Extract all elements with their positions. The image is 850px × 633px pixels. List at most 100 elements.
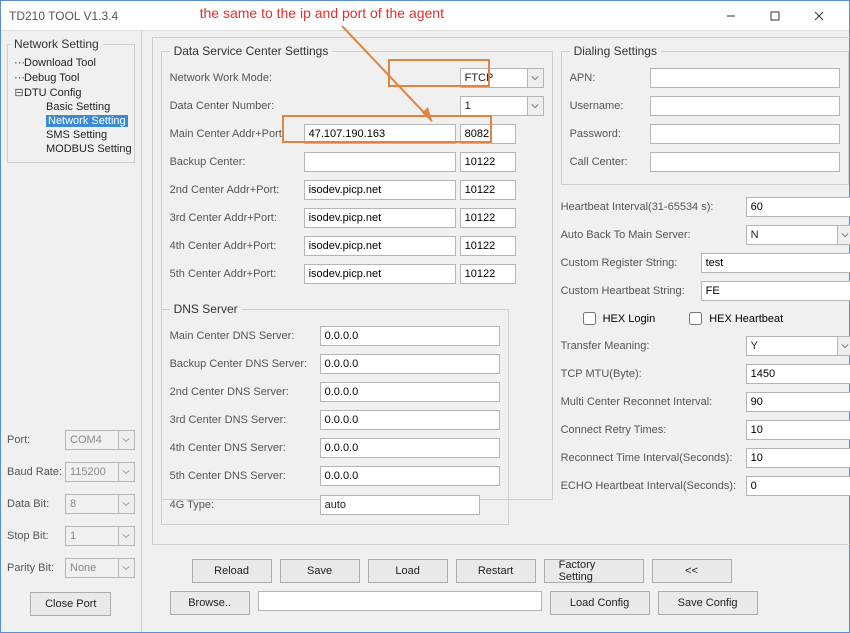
dns3-input[interactable] — [320, 410, 500, 430]
load-button[interactable]: Load — [368, 559, 448, 583]
rti-input[interactable] — [746, 448, 850, 468]
parity-select[interactable]: None — [65, 558, 135, 578]
reg-input[interactable] — [701, 253, 850, 273]
tree-item-basic[interactable]: Basic Setting — [28, 100, 132, 114]
c3-addr-input[interactable] — [304, 208, 456, 228]
hexlogin-checkbox[interactable]: HEX Login — [579, 309, 656, 328]
c2-addr-input[interactable] — [304, 180, 456, 200]
mcr-label: Multi Center Reconnet Interval: — [561, 396, 746, 408]
fourg-select[interactable]: auto — [320, 495, 480, 515]
stopbit-select[interactable]: 1 — [65, 526, 135, 546]
tree-item-network[interactable]: Network Setting — [28, 114, 132, 128]
chevron-down-icon — [837, 226, 850, 244]
username-input[interactable] — [650, 96, 840, 116]
password-input[interactable] — [650, 124, 840, 144]
backup-port-input[interactable] — [460, 152, 516, 172]
dns3-label: 3rd Center DNS Server: — [170, 414, 320, 426]
tm-select[interactable]: Y — [746, 336, 850, 356]
titlebar: TD210 TOOL V1.3.4 — [1, 1, 849, 31]
tree-item-download[interactable]: ⋯Download Tool — [10, 55, 132, 70]
echo-input[interactable] — [746, 476, 850, 496]
close-window-button[interactable] — [797, 2, 841, 30]
dns4-input[interactable] — [320, 438, 500, 458]
mtu-input[interactable] — [746, 364, 850, 384]
c5-addr-input[interactable] — [304, 264, 456, 284]
config-path-input[interactable] — [258, 591, 542, 611]
dial-group: Dialing Settings APN: Username: Password… — [561, 44, 849, 185]
pass-label: Password: — [570, 128, 650, 140]
fourg-label: 4G Type: — [170, 499, 320, 511]
window-title: TD210 TOOL V1.3.4 — [9, 9, 118, 23]
tree-item-debug[interactable]: ⋯Debug Tool — [10, 70, 132, 85]
c4-port-input[interactable] — [460, 236, 516, 256]
dial-legend: Dialing Settings — [570, 44, 661, 58]
stopbit-label: Stop Bit: — [7, 530, 65, 542]
dcn-select[interactable]: 1 — [460, 96, 544, 116]
right-pane: Data Service Center Settings Network Wor… — [142, 31, 850, 632]
crt-label: Connect Retry Times: — [561, 424, 746, 436]
reload-button[interactable]: Reload — [192, 559, 272, 583]
c2-port-input[interactable] — [460, 180, 516, 200]
c5-port-input[interactable] — [460, 264, 516, 284]
databit-label: Data Bit: — [7, 498, 65, 510]
chevron-down-icon — [118, 463, 134, 481]
dns-main-label: Main Center DNS Server: — [170, 330, 320, 342]
reg-label: Custom Register String: — [561, 257, 701, 269]
chb-input[interactable] — [701, 281, 850, 301]
autoback-select[interactable]: N — [746, 225, 850, 245]
tree-item-dtu[interactable]: ⊟DTU Config — [10, 85, 132, 100]
c4-addr-input[interactable] — [304, 236, 456, 256]
dns2-label: 2nd Center DNS Server: — [170, 386, 320, 398]
tm-label: Transfer Meaning: — [561, 340, 746, 352]
dcn-label: Data Center Number: — [170, 100, 304, 112]
savecfg-button[interactable]: Save Config — [658, 591, 758, 615]
c2-label: 2nd Center Addr+Port: — [170, 184, 304, 196]
main-addr-input[interactable] — [304, 124, 456, 144]
minimize-button[interactable] — [709, 2, 753, 30]
dsc-legend: Data Service Center Settings — [170, 44, 333, 58]
browse-button[interactable]: Browse.. — [170, 591, 250, 615]
close-port-button[interactable]: Close Port — [30, 592, 111, 616]
serial-settings: Port: COM4 Baud Rate: 115200 Data Bit: 8… — [7, 430, 135, 578]
chevron-down-icon — [527, 97, 543, 115]
dns5-input[interactable] — [320, 466, 500, 486]
dns2-input[interactable] — [320, 382, 500, 402]
main-group: Data Service Center Settings Network Wor… — [152, 37, 850, 545]
dns4-label: 4th Center DNS Server: — [170, 442, 320, 454]
callcenter-input[interactable] — [650, 152, 840, 172]
c4-label: 4th Center Addr+Port: — [170, 240, 304, 252]
chevron-down-icon — [118, 495, 134, 513]
tree-item-sms[interactable]: SMS Setting — [28, 128, 132, 142]
apn-input[interactable] — [650, 68, 840, 88]
chb-label: Custom Heartbeat String: — [561, 285, 701, 297]
port-select[interactable]: COM4 — [65, 430, 135, 450]
save-button[interactable]: Save — [280, 559, 360, 583]
mtu-label: TCP MTU(Byte): — [561, 368, 746, 380]
backup-addr-input[interactable] — [304, 152, 456, 172]
factory-button[interactable]: Factory Setting — [544, 559, 644, 583]
dns-main-input[interactable] — [320, 326, 500, 346]
baud-select[interactable]: 115200 — [65, 462, 135, 482]
main-port-input[interactable] — [460, 124, 516, 144]
mcr-input[interactable] — [746, 392, 850, 412]
hb-label: Heartbeat Interval(31-65534 s): — [561, 201, 746, 213]
chevron-down-icon — [118, 527, 134, 545]
autoback-label: Auto Back To Main Server: — [561, 229, 746, 241]
parity-label: Parity Bit: — [7, 562, 65, 574]
tree-item-modbus[interactable]: MODBUS Setting — [28, 142, 132, 156]
crt-input[interactable] — [746, 420, 850, 440]
dns5-label: 5th Center DNS Server: — [170, 470, 320, 482]
back-button[interactable]: << — [652, 559, 732, 583]
dns-backup-input[interactable] — [320, 354, 500, 374]
c3-port-input[interactable] — [460, 208, 516, 228]
options-panel: Heartbeat Interval(31-65534 s): Auto Bac… — [561, 193, 850, 500]
port-label: Port: — [7, 434, 65, 446]
chevron-down-icon — [118, 431, 134, 449]
maximize-button[interactable] — [753, 2, 797, 30]
databit-select[interactable]: 8 — [65, 494, 135, 514]
loadcfg-button[interactable]: Load Config — [550, 591, 650, 615]
hexhb-checkbox[interactable]: HEX Heartbeat — [685, 309, 783, 328]
mode-select[interactable]: FTCP — [460, 68, 544, 88]
restart-button[interactable]: Restart — [456, 559, 536, 583]
hb-input[interactable] — [746, 197, 850, 217]
